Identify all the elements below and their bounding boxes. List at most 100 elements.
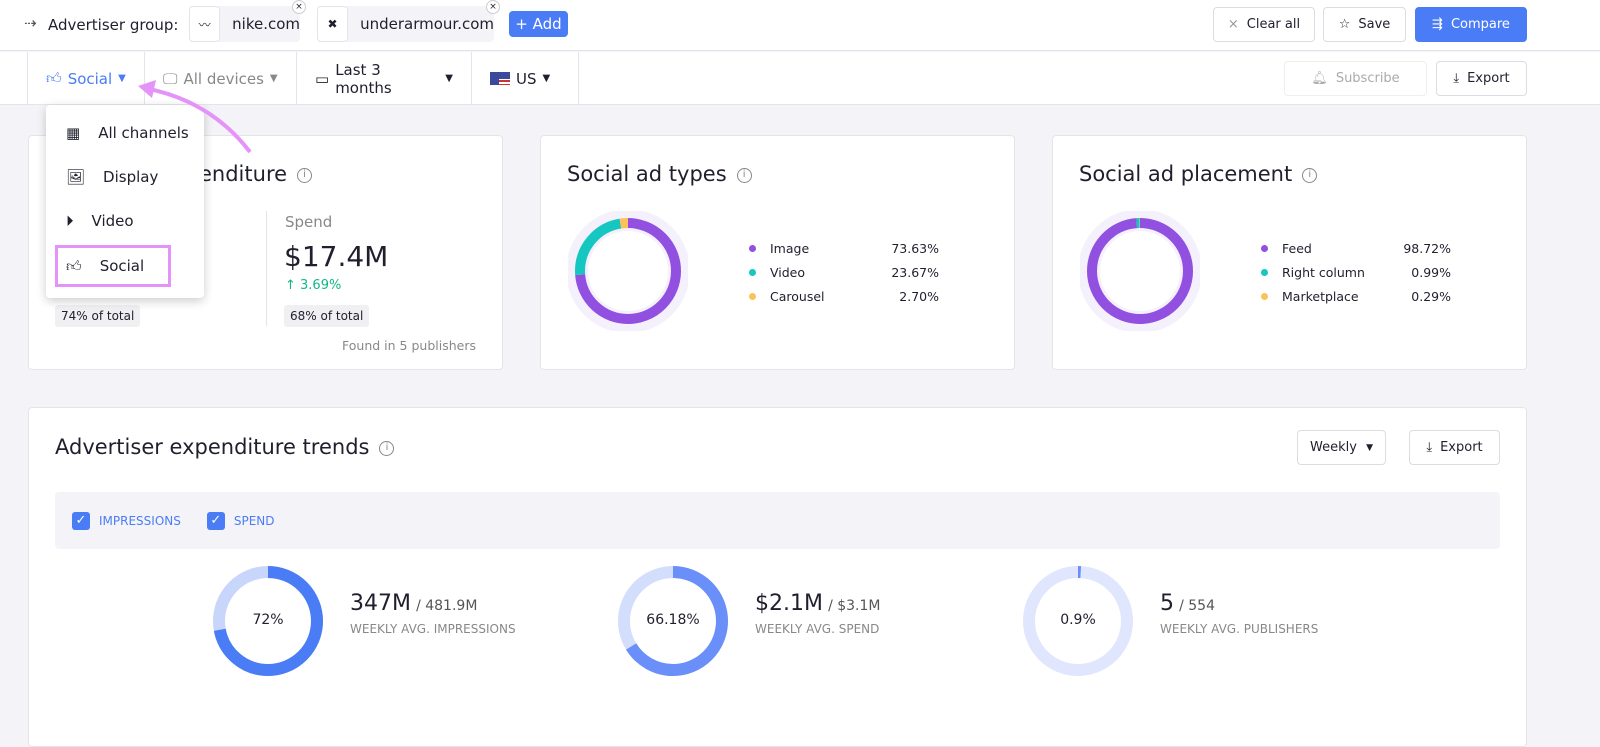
publishers-note: Found in 5 publishers: [342, 338, 476, 353]
info-icon[interactable]: i: [736, 167, 752, 183]
legend-value: 0.99%: [1411, 264, 1451, 280]
info-icon[interactable]: i: [297, 167, 313, 183]
caret-down-icon: ▼: [118, 73, 126, 84]
spend-label: Spend: [285, 213, 333, 231]
legend-dot: [1261, 292, 1268, 300]
legend-item: Feed 98.72%: [1261, 236, 1451, 260]
advertiser-name: underarmour.com: [360, 15, 494, 33]
ad-placement-donut: [1080, 211, 1200, 331]
advertiser-chip-underarmour[interactable]: ✖ underarmour.com ×: [317, 0, 500, 42]
collapse-arrow-icon[interactable]: ⇢: [24, 14, 37, 32]
image-icon: 🖼︎: [66, 168, 86, 186]
expenditure-trends-card: Advertiser expenditure trends i Weekly ▼ ⤓…: [28, 407, 1527, 747]
spend-share-badge: 68% of total: [284, 305, 370, 327]
menu-item-label: Social: [99, 257, 145, 275]
underarmour-logo-icon: ✖: [317, 6, 349, 42]
advertiser-chip-nike[interactable]: 〰 nike.com ×: [189, 0, 306, 42]
stat-percent: 66.18%: [646, 612, 700, 628]
caret-down-icon: ▼: [445, 73, 453, 84]
legend-item: Video 23.67%: [749, 260, 939, 284]
compare-icon: ⇶: [1432, 17, 1443, 32]
channel-dropdown[interactable]: 👍︎ Social ▼: [27, 52, 145, 105]
check-icon: ✓: [206, 511, 225, 530]
stat-label: WEEKLY AVG. IMPRESSIONS: [350, 622, 516, 636]
legend-label: Right column: [1282, 264, 1365, 280]
close-icon: ×: [1227, 17, 1239, 32]
legend-item: Image 73.63%: [749, 236, 939, 260]
dropdown-value: Last 3 months: [335, 60, 392, 97]
legend-value: 2.70%: [899, 288, 939, 304]
dropdown-value: Weekly: [1310, 440, 1357, 455]
stat-total: / 554: [1179, 598, 1215, 614]
divider: [266, 211, 267, 326]
legend-item: Marketplace 0.29%: [1261, 284, 1451, 308]
remove-icon[interactable]: ×: [292, 0, 306, 14]
button-label: Save: [1358, 17, 1391, 32]
legend-dot: [749, 244, 756, 252]
button-label: Export: [1467, 71, 1510, 86]
menu-item-display[interactable]: 🖼︎ Display: [46, 155, 204, 199]
period-dropdown[interactable]: ▭ Last 3 months ▼: [297, 52, 472, 105]
compare-button[interactable]: ⇶ Compare: [1415, 7, 1527, 42]
thumbs-up-icon: 👍︎: [46, 69, 62, 87]
legend-label: Carousel: [770, 288, 825, 304]
button-label: Export: [1440, 440, 1483, 455]
trends-export-button[interactable]: ⤓ Export: [1409, 430, 1500, 465]
stat-percent: 0.9%: [1060, 612, 1096, 628]
stat-value: 347M: [350, 591, 411, 616]
legend-dot: [749, 268, 756, 276]
info-icon[interactable]: i: [1302, 167, 1318, 183]
button-label: Subscribe: [1335, 71, 1400, 86]
checkbox-label: SPEND: [233, 513, 275, 528]
legend-dot: [1261, 268, 1268, 276]
caret-down-icon: ▼: [269, 73, 278, 84]
legend-dot: [749, 292, 756, 300]
stat-value: 5: [1160, 591, 1174, 616]
subscribe-button[interactable]: 🔔︎ Subscribe: [1284, 61, 1427, 96]
advertiser-group-label: Advertiser group:: [48, 16, 179, 34]
save-button[interactable]: ☆ Save: [1323, 7, 1406, 42]
top-bar: ⇢ Advertiser group: 〰 nike.com × ✖ underar…: [0, 0, 1600, 51]
download-icon: ⤓: [1426, 440, 1433, 455]
spend-checkbox[interactable]: ✓ SPEND: [206, 511, 275, 530]
social-ad-types-card: Social ad types i Image 73.63% Video 23.67% C…: [540, 135, 1015, 370]
remove-icon[interactable]: ×: [486, 0, 500, 14]
legend-label: Feed: [1282, 240, 1312, 256]
stat-total: / $3.1M: [828, 598, 881, 614]
play-circle-icon: ⏵: [66, 212, 74, 230]
stat-total: / 481.9M: [416, 598, 478, 614]
spend-change: 3.69%: [300, 278, 342, 293]
legend-value: 0.29%: [1411, 288, 1451, 304]
button-label: Clear all: [1246, 17, 1301, 32]
card-title: Advertiser expenditure trends: [55, 435, 370, 459]
legend-label: Marketplace: [1282, 288, 1359, 304]
card-title: Social ad placement: [1079, 162, 1293, 186]
add-advertiser-button[interactable]: + Add: [509, 11, 568, 37]
impressions-checkbox[interactable]: ✓ IMPRESSIONS: [72, 511, 181, 530]
button-label: Compare: [1450, 17, 1510, 32]
arrow-up-icon: ↑: [285, 278, 301, 293]
calendar-icon: ▭: [315, 69, 330, 88]
spend-value: $17.4M: [284, 240, 389, 273]
legend-dot: [1261, 244, 1268, 252]
clear-all-button[interactable]: × Clear all: [1213, 7, 1315, 42]
caret-down-icon: ▼: [542, 73, 551, 84]
country-dropdown[interactable]: US ▼: [472, 52, 579, 105]
info-icon[interactable]: i: [379, 440, 395, 456]
annotation-arrow: [138, 80, 252, 154]
export-button[interactable]: ⤓ Export: [1436, 61, 1527, 96]
share-badge: 74% of total: [55, 305, 141, 327]
star-icon: ☆: [1338, 17, 1351, 32]
grid-icon: ▦: [66, 124, 81, 142]
us-flag-icon: [490, 72, 510, 85]
thumbs-up-icon: 👍︎: [66, 256, 82, 275]
menu-item-social[interactable]: 👍︎ Social: [55, 245, 171, 287]
checkbox-label: IMPRESSIONS: [99, 513, 181, 528]
legend-item: Carousel 2.70%: [749, 284, 939, 308]
legend-value: 98.72%: [1403, 240, 1451, 256]
menu-item-video[interactable]: ⏵ Video: [46, 199, 204, 243]
legend-item: Right column 0.99%: [1261, 260, 1451, 284]
card-title: enditure: [199, 162, 288, 186]
interval-dropdown[interactable]: Weekly ▼: [1297, 430, 1386, 465]
stat-percent: 72%: [252, 612, 284, 628]
